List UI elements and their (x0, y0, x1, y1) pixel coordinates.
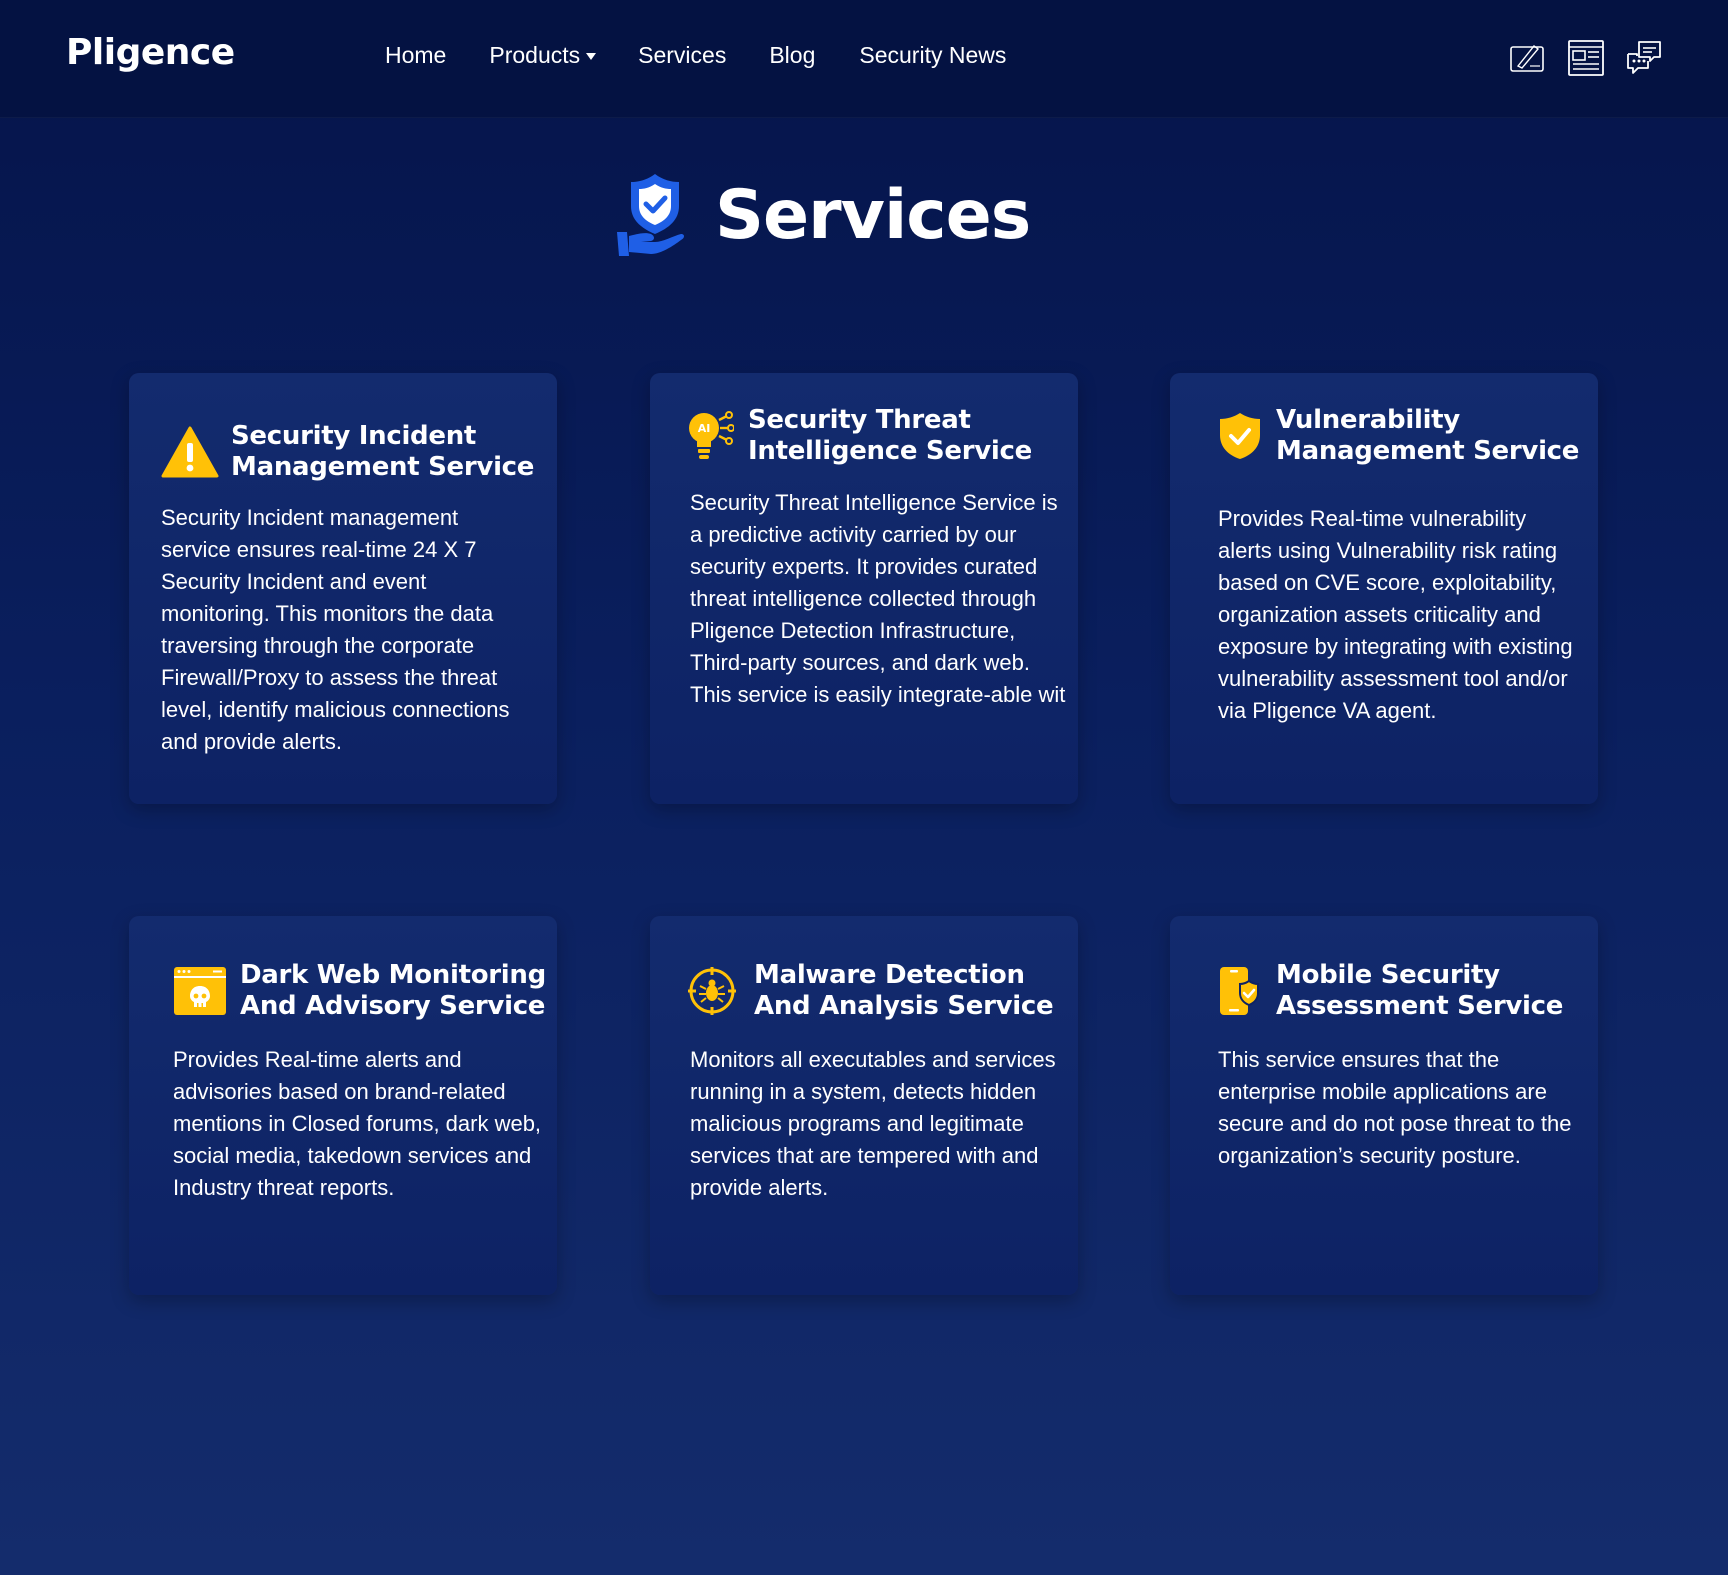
card-description: Security Threat Intelligence Service is … (690, 490, 1066, 707)
nav-item-home[interactable]: Home (385, 42, 446, 69)
card-title-line: Malware Detection (754, 960, 1025, 990)
card-title: Security Threat Intelligence Service (748, 405, 1032, 467)
svg-text:AI: AI (698, 422, 711, 435)
nav-item-label: Products (489, 42, 581, 68)
card-title-line: Management Service (231, 452, 535, 482)
nav-item-label: Services (638, 42, 727, 68)
card-header: Mobile Security Assessment Service (1218, 960, 1563, 1022)
blog-icon[interactable] (1508, 38, 1548, 78)
card-description: This service ensures that the enterprise… (1218, 1047, 1572, 1168)
mobile-shield-icon (1220, 967, 1259, 1015)
card-title-line: And Analysis Service (754, 991, 1054, 1021)
service-card-malware-detection[interactable]: Malware Detection And Analysis Service M… (650, 916, 1078, 1295)
card-title-line: Management Service (1276, 436, 1580, 466)
card-title: Malware Detection And Analysis Service (754, 960, 1054, 1022)
card-title-line: And Advisory Service (240, 991, 546, 1021)
card-title: Mobile Security Assessment Service (1276, 960, 1563, 1022)
pligence-logo[interactable]: Pligence (66, 32, 235, 73)
page-title: Services (715, 175, 1031, 255)
nav-item-label: Home (385, 42, 447, 68)
page-header: Services (615, 172, 1031, 258)
card-title-line: Assessment Service (1276, 991, 1564, 1021)
card-title-line: Mobile Security (1276, 960, 1500, 990)
service-card-mobile-security[interactable]: Mobile Security Assessment Service This … (1170, 916, 1598, 1295)
nav-item-security-news[interactable]: Security News (859, 42, 1006, 69)
main-nav: Home Products Services Blog Security New… (385, 42, 1006, 69)
nav-item-blog[interactable]: Blog (769, 42, 815, 69)
card-header: Vulnerability Management Service (1218, 405, 1579, 467)
nav-item-products[interactable]: Products (489, 42, 597, 69)
service-card-vulnerability-management[interactable]: Vulnerability Management Service Provide… (1170, 373, 1598, 804)
card-description: Provides Real-time alerts and advisories… (173, 1047, 542, 1200)
card-description: Monitors all executables and services ru… (690, 1047, 1056, 1200)
caret-down-icon (586, 53, 597, 60)
ai-bulb-icon: AI (689, 411, 734, 459)
warning-triangle-icon (161, 426, 219, 478)
card-title-line: Vulnerability (1276, 405, 1460, 435)
header-icon-group (1508, 38, 1664, 78)
card-title: Vulnerability Management Service (1276, 405, 1579, 467)
card-title-line: Security Threat (748, 405, 971, 435)
chat-icon[interactable] (1624, 38, 1664, 78)
card-header: Malware Detection And Analysis Service (688, 960, 1054, 1022)
top-navigation-bar: Pligence Home Products Services Blog Sec… (0, 0, 1728, 118)
security-news-icon[interactable] (1566, 38, 1606, 78)
card-title-line: Dark Web Monitoring (240, 960, 546, 990)
card-title: Security Incident Management Service (231, 421, 534, 483)
shield-hand-icon (617, 174, 684, 256)
card-header: Dark Web Monitoring And Advisory Service (173, 960, 546, 1022)
shield-check-icon (1220, 413, 1260, 459)
card-header: Security Incident Management Service (161, 421, 534, 483)
bug-target-icon (688, 967, 736, 1015)
nav-item-services[interactable]: Services (638, 42, 726, 69)
service-card-threat-intelligence[interactable]: AI Security Threat Intelligence Service … (650, 373, 1078, 804)
card-title: Dark Web Monitoring And Advisory Service (240, 960, 546, 1022)
card-header: AI Security Threat Intelligence Service (684, 405, 1032, 467)
card-title-line: Security Incident (231, 421, 477, 451)
card-description: Provides Real-time vulnerability alerts … (1218, 506, 1573, 723)
card-description: Security Incident management service ens… (161, 505, 510, 754)
card-title-line: Intelligence Service (748, 436, 1032, 466)
service-card-incident-management[interactable]: Security Incident Management Service Sec… (129, 373, 557, 804)
service-card-dark-web-monitoring[interactable]: Dark Web Monitoring And Advisory Service… (129, 916, 557, 1295)
nav-item-label: Blog (769, 42, 816, 68)
nav-item-label: Security News (859, 42, 1007, 68)
skull-browser-icon (174, 967, 226, 1015)
